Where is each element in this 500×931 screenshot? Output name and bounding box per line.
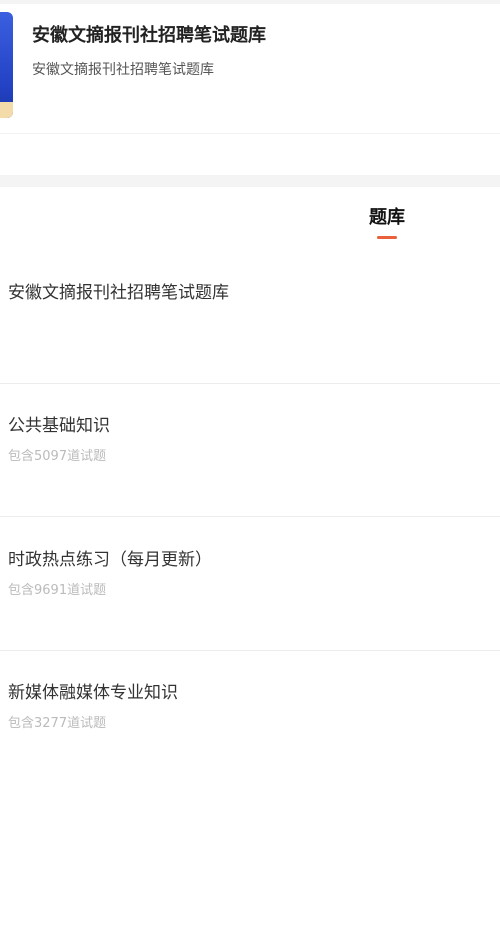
- header-divider: [0, 133, 500, 134]
- exam-subtitle: 安徽文摘报刊社招聘笔试题库: [32, 62, 214, 78]
- question-bank-name: 公共基础知识: [8, 416, 110, 436]
- exam-title: 安徽文摘报刊社招聘笔试题库: [32, 25, 266, 46]
- question-bank-item-current-affairs[interactable]: 时政热点练习（每月更新） 包含9691道试题: [0, 545, 500, 655]
- list-divider: [0, 650, 500, 651]
- question-bank-count: 包含3277道试题: [8, 716, 107, 731]
- question-bank-name: 时政热点练习（每月更新）: [8, 550, 212, 570]
- question-bank-item-public-basics[interactable]: 公共基础知识 包含5097道试题: [0, 411, 500, 521]
- question-bank-count: 包含9691道试题: [8, 583, 107, 598]
- question-bank-group-title: 安徽文摘报刊社招聘笔试题库: [8, 283, 229, 303]
- list-divider: [0, 516, 500, 517]
- question-bank-count: 包含5097道试题: [8, 449, 107, 464]
- list-divider: [0, 383, 500, 384]
- section-separator: [0, 175, 500, 187]
- exam-header-card: 安徽文摘报刊社招聘笔试题库 安徽文摘报刊社招聘笔试题库: [0, 4, 500, 134]
- tab-question-bank-label: 题库: [369, 207, 405, 228]
- question-bank-name: 新媒体融媒体专业知识: [8, 683, 178, 703]
- tab-active-indicator: [377, 236, 397, 239]
- book-cover-band: [0, 102, 13, 118]
- question-bank-item-new-media[interactable]: 新媒体融媒体专业知识 包含3277道试题: [0, 678, 500, 788]
- book-cover-thumbnail: [0, 12, 13, 118]
- tab-question-bank[interactable]: 题库: [361, 205, 413, 245]
